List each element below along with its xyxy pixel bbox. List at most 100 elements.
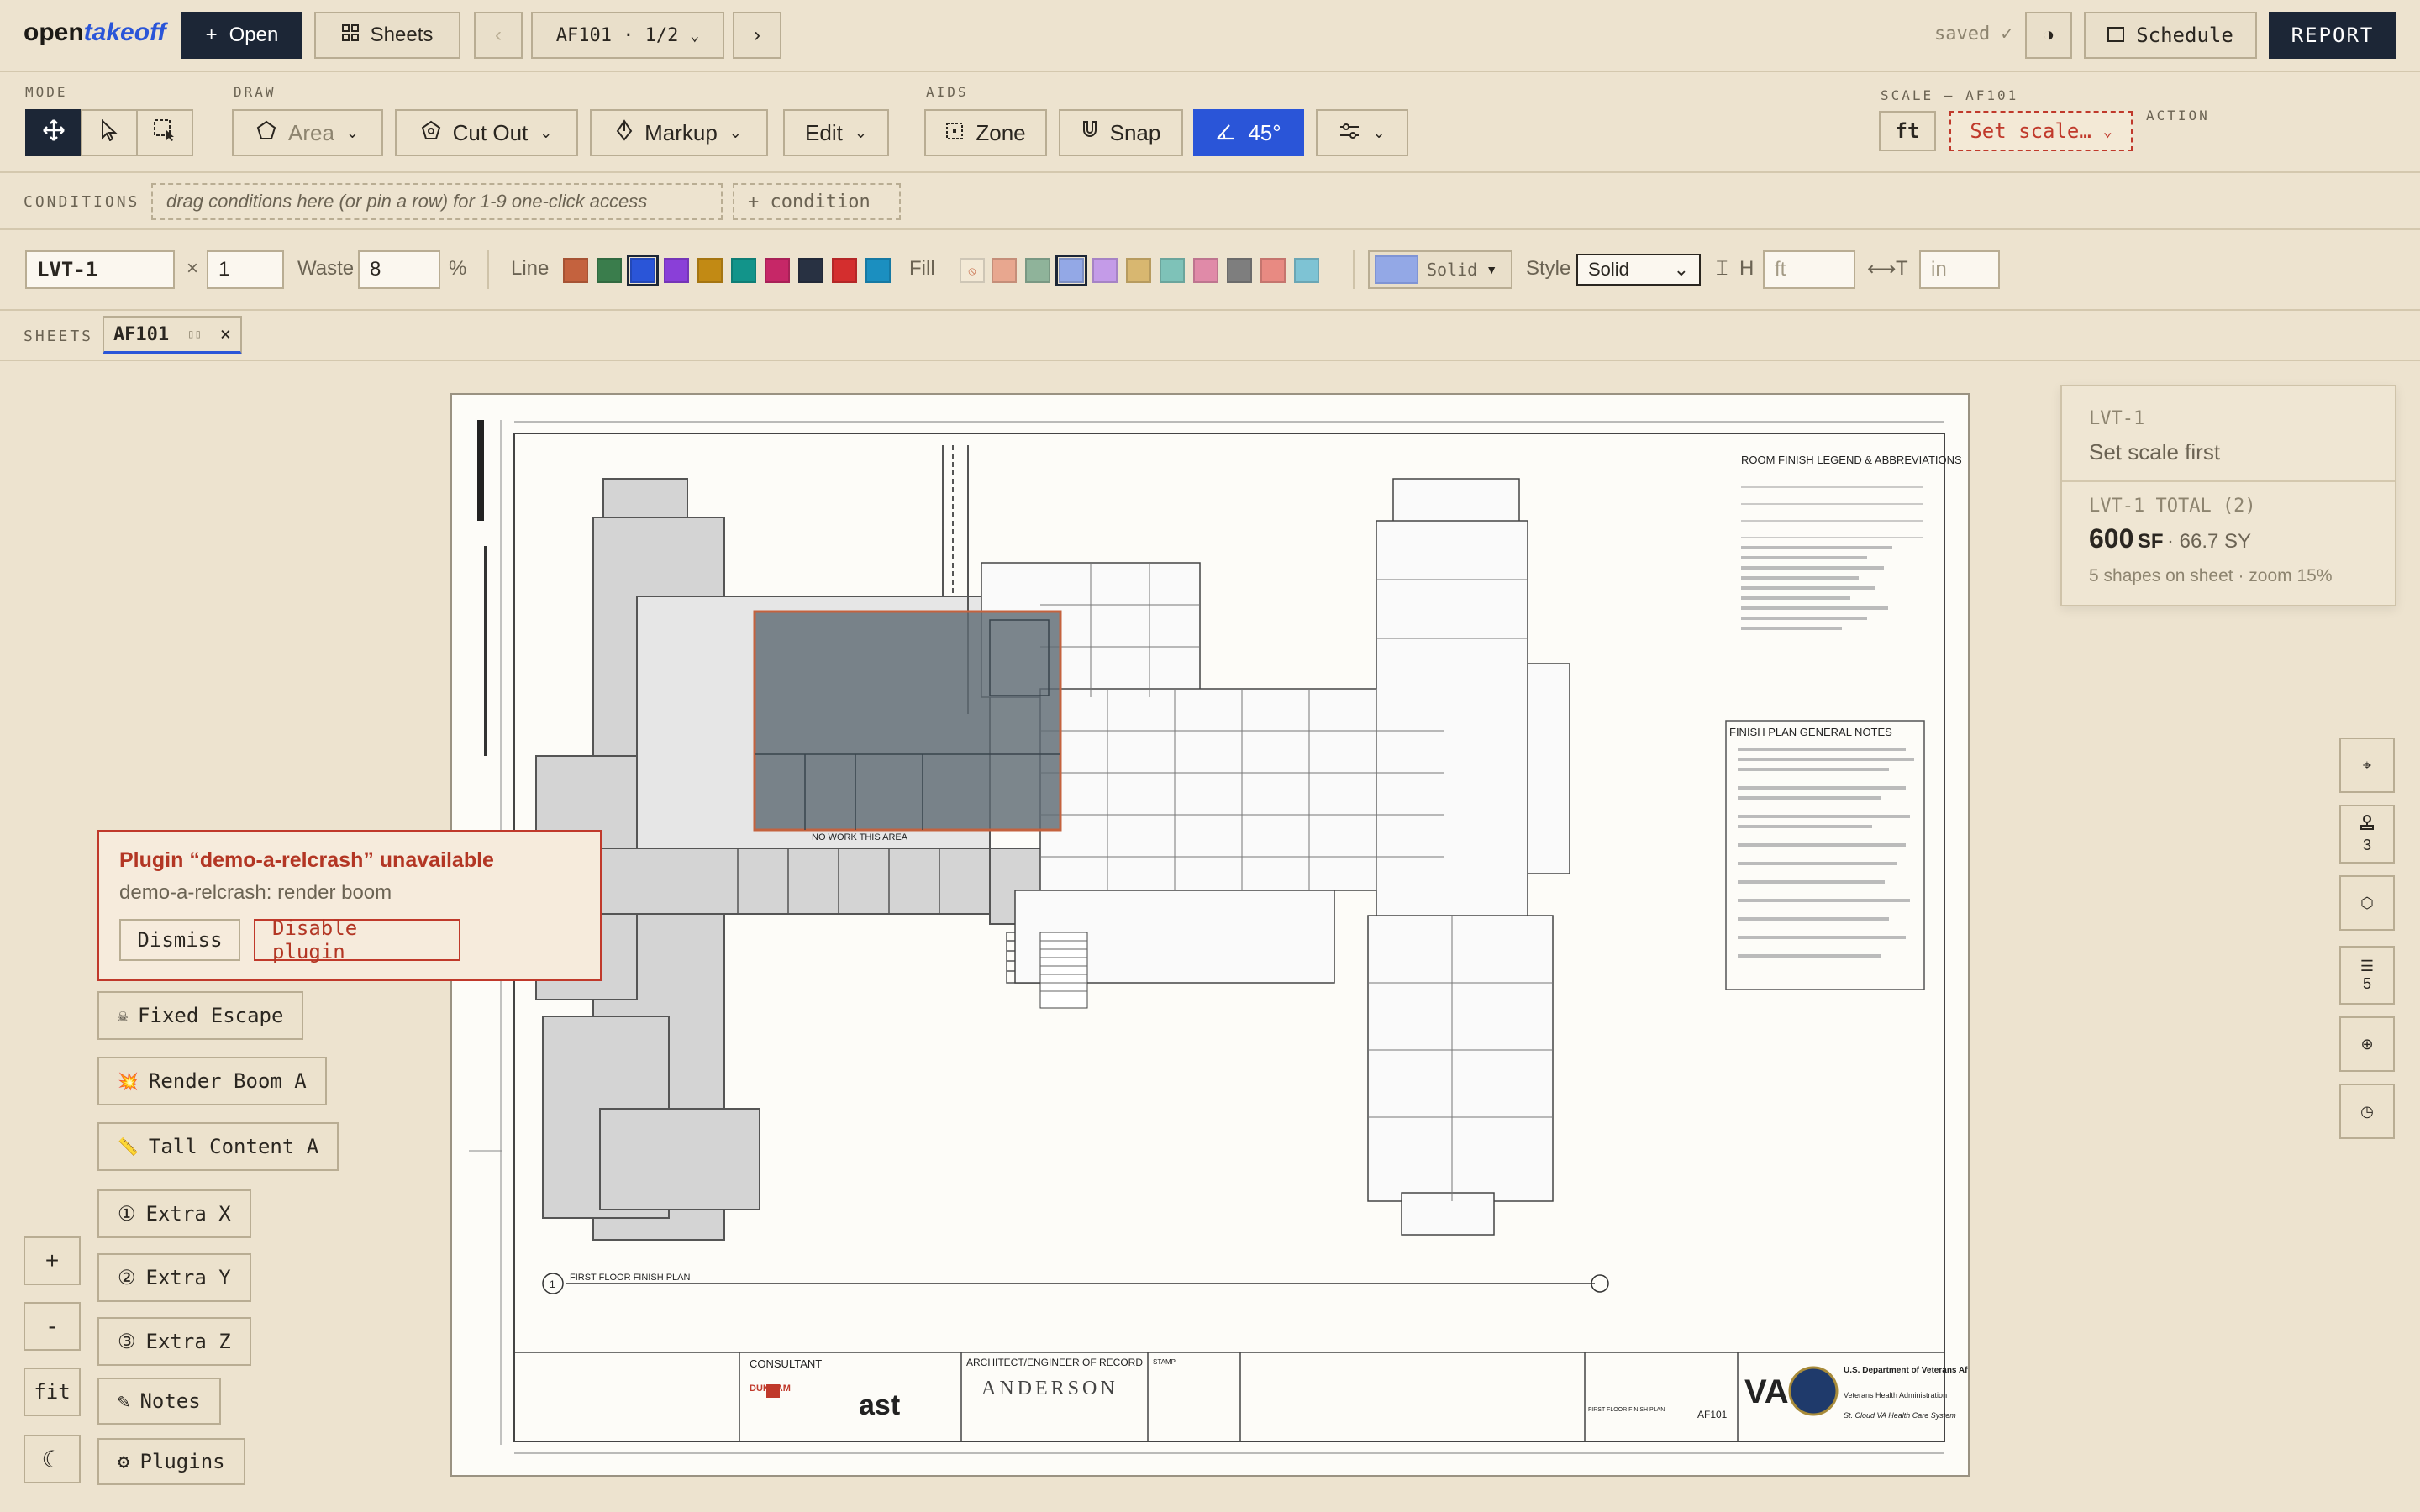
line-color-swatch-3[interactable] — [627, 255, 659, 286]
fill-color-swatch-10[interactable] — [1294, 258, 1319, 283]
svg-text:ARCHITECT/ENGINEER OF RECORD: ARCHITECT/ENGINEER OF RECORD — [966, 1357, 1143, 1368]
pentagon-icon — [256, 120, 276, 146]
list-button[interactable]: ☰ 5 — [2339, 946, 2395, 1005]
line-color-swatch-2[interactable] — [597, 258, 622, 283]
markup-tool-button[interactable]: Markup ⌄ — [590, 109, 768, 156]
fill-color-swatch-4[interactable] — [1092, 258, 1118, 283]
report-button[interactable]: REPORT — [2269, 12, 2396, 59]
summary-total-label: LVT-1 TOTAL (2) — [2089, 496, 2256, 517]
condition-name-input[interactable]: LVT-1 — [25, 250, 175, 289]
extra-x-button[interactable]: ① Extra X — [97, 1189, 251, 1238]
fill-color-swatch-2[interactable] — [1025, 258, 1050, 283]
extra-z-button[interactable]: ③ Extra Z — [97, 1317, 251, 1366]
line-color-swatch-5[interactable] — [697, 258, 723, 283]
scale-group-label: SCALE — AF101 — [1881, 87, 2019, 103]
disable-plugin-button[interactable]: Disable plugin — [254, 916, 460, 963]
sheets-button[interactable]: Sheets — [314, 12, 460, 59]
line-color-swatch-7[interactable] — [765, 258, 790, 283]
box-select-icon — [153, 118, 176, 148]
height-icon: ⌶ — [1716, 257, 1728, 280]
render-boom-button[interactable]: 💥 Render Boom A — [97, 1057, 327, 1105]
fill-color-swatch-9[interactable] — [1260, 258, 1286, 283]
drawing-sheet[interactable]: NO WORK THIS AREA ROOM FINISH LEGEND & A… — [450, 393, 1986, 1477]
takeoff-area-shape — [753, 610, 1062, 832]
thickness-label: T — [1896, 257, 1908, 280]
box-select-tool-button[interactable] — [136, 109, 193, 156]
line-color-swatch-6[interactable] — [731, 258, 756, 283]
action-group-label: ACTION — [2146, 108, 2210, 123]
cut-out-tool-button[interactable]: Cut Out ⌄ — [395, 109, 578, 156]
select-tool-button[interactable] — [81, 109, 138, 156]
zoom-out-button[interactable]: - — [24, 1302, 81, 1351]
sheet-selector[interactable]: AF101 · 1/2 ⌄ — [531, 12, 724, 59]
thickness-input[interactable]: in — [1919, 250, 2000, 289]
error-title: Plugin “demo-a-relcrash” unavailable — [119, 848, 494, 872]
dark-mode-button[interactable]: ☾ — [24, 1435, 81, 1483]
height-input[interactable]: ft — [1763, 250, 1855, 289]
add-condition-button[interactable]: + condition — [733, 183, 901, 220]
open-button[interactable]: + Open — [182, 12, 302, 59]
next-sheet-button[interactable]: › — [733, 12, 781, 59]
dismiss-button[interactable]: Dismiss — [119, 919, 240, 961]
fill-color-swatch-1[interactable] — [992, 258, 1017, 283]
fit-button[interactable]: fit — [24, 1368, 81, 1416]
extra-y-button[interactable]: ② Extra Y — [97, 1253, 251, 1302]
angle-snap-button[interactable]: 45° — [1193, 109, 1304, 156]
no-fill-swatch[interactable]: ⦸ — [960, 258, 985, 283]
extra-x-label: Extra X — [145, 1202, 231, 1226]
layers-button[interactable]: 3 — [2339, 805, 2395, 864]
fill-color-swatch-6[interactable] — [1160, 258, 1185, 283]
line-color-swatch-4[interactable] — [664, 258, 689, 283]
summary-total-unit: SF — [2137, 530, 2164, 553]
zoom-in-button[interactable]: + — [24, 1236, 81, 1285]
history-button[interactable]: ◷ — [2339, 1084, 2395, 1139]
line-color-label: Line — [511, 257, 550, 280]
line-style-select[interactable]: Solid ⌄ — [1576, 254, 1701, 286]
fill-color-swatch-7[interactable] — [1193, 258, 1218, 283]
fill-pattern-select[interactable]: Solid ▼ — [1368, 250, 1512, 289]
fixed-escape-button[interactable]: ☠ Fixed Escape — [97, 991, 304, 1040]
notes-button[interactable]: ✎ Notes — [97, 1378, 221, 1425]
summary-total-value: 600 — [2089, 523, 2134, 554]
logo-accent-text: takeoff — [83, 18, 166, 46]
chevron-down-icon: ⌄ — [2102, 122, 2112, 140]
gear-icon: ⚙ — [118, 1450, 130, 1473]
theme-toggle-button[interactable]: ◑ — [2025, 12, 2072, 59]
unit-button[interactable]: ft — [1879, 111, 1936, 151]
tall-content-button[interactable]: 📏 Tall Content A — [97, 1122, 339, 1171]
logo-text: open — [24, 18, 84, 46]
line-color-swatch-1[interactable] — [563, 258, 588, 283]
fill-color-swatch-3[interactable] — [1055, 255, 1087, 286]
svg-text:ast: ast — [859, 1389, 900, 1421]
zone-button[interactable]: Zone — [924, 109, 1047, 156]
ruler-icon: 📏 — [118, 1137, 139, 1157]
line-color-swatch-10[interactable] — [865, 258, 891, 283]
fill-color-swatch-8[interactable] — [1227, 258, 1252, 283]
waste-input[interactable]: 8 — [358, 250, 440, 289]
area-tool-button[interactable]: Area ⌄ — [232, 109, 383, 156]
package-button[interactable]: ⬡ — [2339, 875, 2395, 931]
snap-button[interactable]: Snap — [1059, 109, 1183, 156]
fill-color-swatch-5[interactable] — [1126, 258, 1151, 283]
zone-label: Zone — [976, 119, 1026, 145]
set-scale-button[interactable]: Set scale… ⌄ — [1949, 111, 2133, 151]
contrast-icon: ◑ — [2042, 24, 2055, 46]
multiplier-input[interactable]: 1 — [207, 250, 284, 289]
prev-sheet-button[interactable]: ‹ — [474, 12, 523, 59]
close-icon[interactable]: × — [220, 324, 231, 345]
conditions-dropzone[interactable]: drag conditions here (or pin a row) for … — [151, 183, 723, 220]
conditions-label: CONDITIONS — [24, 193, 140, 211]
aids-settings-button[interactable]: ⌄ — [1316, 109, 1408, 156]
line-color-swatch-9[interactable] — [832, 258, 857, 283]
sheet-tab-af101[interactable]: AF101 ▯▯ × — [103, 316, 242, 354]
edit-tool-button[interactable]: Edit ⌄ — [783, 109, 889, 156]
schedule-button[interactable]: Schedule — [2084, 12, 2257, 59]
circled-three-icon: ③ — [118, 1330, 136, 1353]
pan-tool-button[interactable] — [25, 109, 82, 156]
locate-button[interactable]: ⊕ — [2339, 1016, 2395, 1072]
plugins-button[interactable]: ⚙ Plugins — [97, 1438, 245, 1485]
compass-button[interactable]: ⌖ — [2339, 738, 2395, 793]
svg-text:1: 1 — [550, 1278, 555, 1290]
split-view-icon[interactable]: ▯▯ — [187, 328, 202, 341]
line-color-swatch-8[interactable] — [798, 258, 823, 283]
